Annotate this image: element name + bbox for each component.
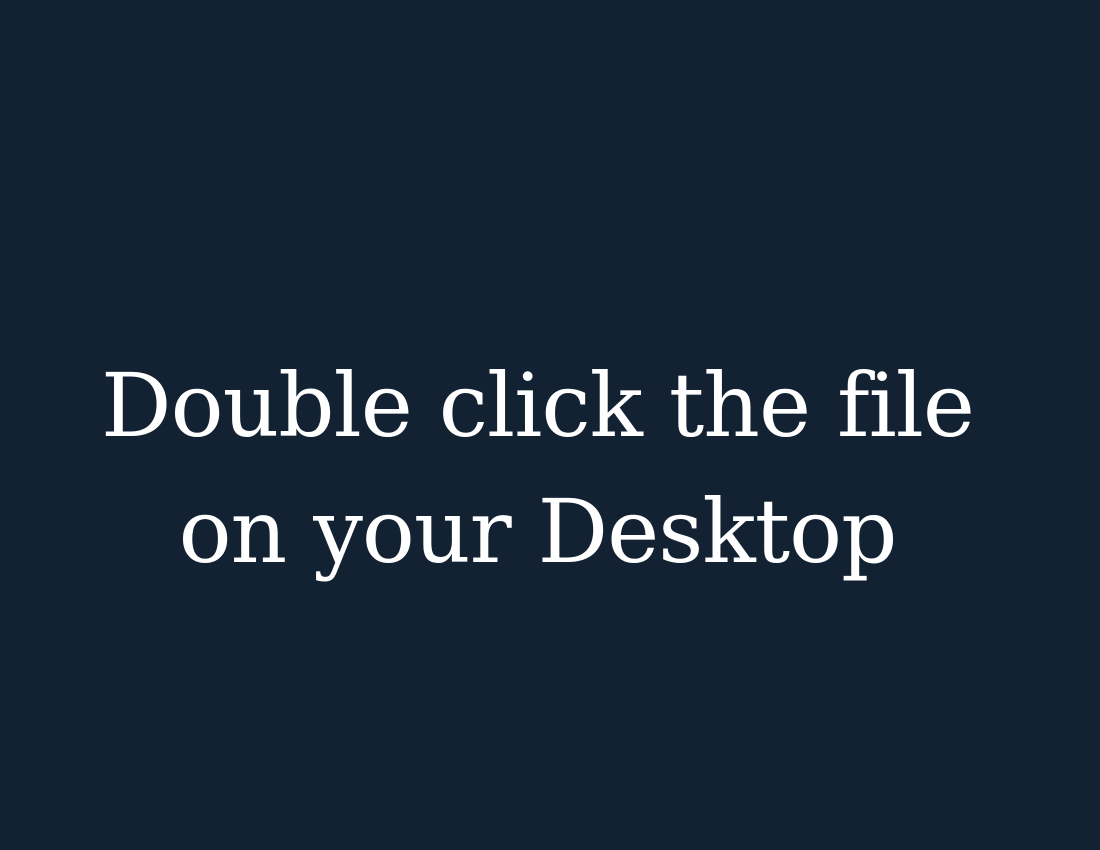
instruction-line-1: Double click the file (101, 354, 975, 457)
instruction-text: Double click the file on your Desktop (0, 343, 1075, 595)
instruction-line-2: on your Desktop (178, 480, 898, 583)
instruction-slide: Double click the file on your Desktop (0, 0, 1100, 850)
